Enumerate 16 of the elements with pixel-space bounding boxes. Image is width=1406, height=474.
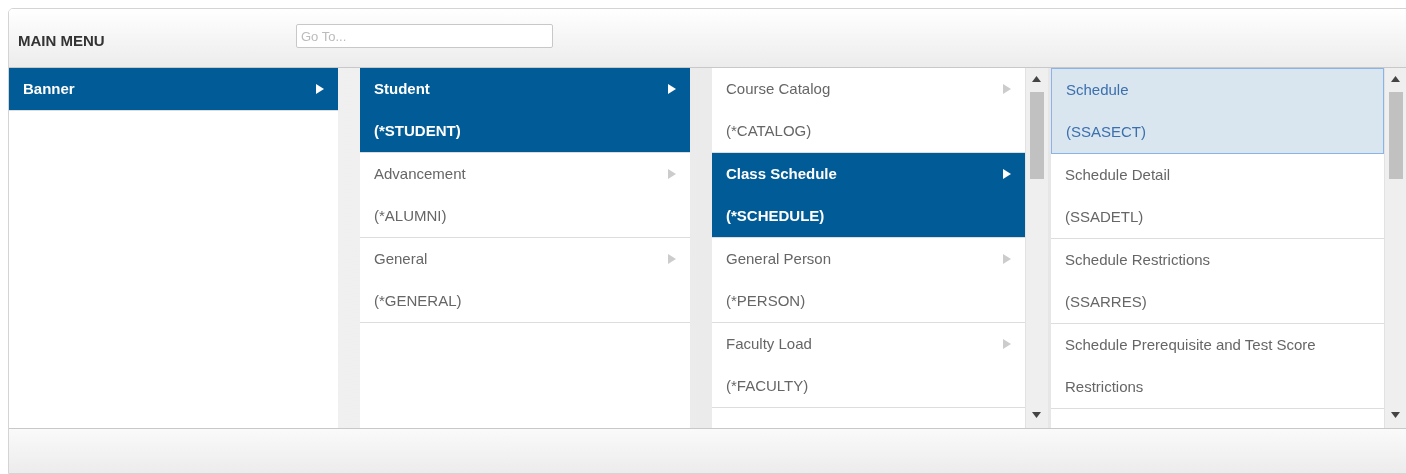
scrollbar-thumb[interactable] <box>1030 92 1044 179</box>
menu-item[interactable]: Advancement (*ALUMNI) <box>360 153 690 238</box>
scroll-up-icon[interactable] <box>1391 76 1400 82</box>
scrollbar-thumb[interactable] <box>1389 92 1403 179</box>
menu-item[interactable]: Banner <box>9 68 338 111</box>
search-field[interactable]: Go To... <box>296 24 553 48</box>
menu-item[interactable]: General (*GENERAL) <box>360 238 690 323</box>
menu-item[interactable]: Schedule (SSASECT) <box>1051 68 1384 154</box>
menu-item[interactable]: Student (*STUDENT) <box>360 68 690 153</box>
menu-title: MAIN MENU <box>18 32 106 49</box>
scrollbar[interactable] <box>1384 68 1406 428</box>
scroll-up-icon[interactable] <box>1032 76 1041 82</box>
scroll-down-icon[interactable] <box>1391 412 1400 418</box>
scrollbar[interactable] <box>1025 68 1048 428</box>
menu-item[interactable]: Class Schedule (*SCHEDULE) <box>712 153 1025 238</box>
scroll-down-icon[interactable] <box>1032 412 1041 418</box>
